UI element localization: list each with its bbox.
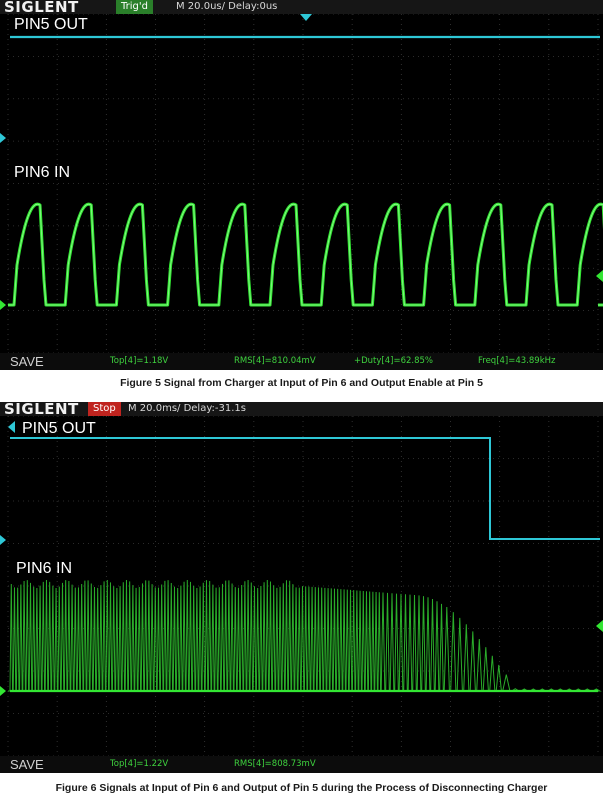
measurement-top: Top[4]=1.22V — [110, 759, 169, 769]
measurement-freq: Freq[4]=43.89kHz — [478, 356, 556, 366]
measurement-rms: RMS[4]=808.73mV — [234, 759, 316, 769]
measurement-bar: SAVE Top[4]=1.18V RMS[4]=810.04mV +Duty[… — [0, 353, 603, 370]
scope-screen-figure6: SIGLENT Stop M 20.0ms/ Delay:-31.1s PIN5… — [0, 402, 603, 773]
trigger-status-badge: Trig'd — [116, 0, 153, 14]
stop-status-badge: Stop — [88, 402, 121, 416]
measurement-rms: RMS[4]=810.04mV — [234, 356, 316, 366]
measurement-duty: +Duty[4]=62.85% — [354, 356, 433, 366]
pin6-in-trace — [8, 579, 602, 692]
measurement-top: Top[4]=1.18V — [110, 356, 169, 366]
scope-top-bar: SIGLENT Trig'd M 20.0us/ Delay:0us — [0, 0, 603, 16]
trigger-level-marker — [596, 620, 603, 632]
scope-top-bar: SIGLENT Stop M 20.0ms/ Delay:-31.1s — [0, 402, 603, 418]
trigger-position-marker — [300, 14, 312, 21]
channel3-ground-marker — [0, 535, 6, 545]
figure-caption-6: Figure 6 Signals at Input of Pin 6 and O… — [55, 782, 548, 794]
channel4-ground-marker — [0, 686, 6, 696]
waveform-display-figure5 — [0, 13, 603, 354]
scope-screen-figure5: SIGLENT Trig'd M 20.0us/ Delay:0us PIN5 … — [0, 0, 603, 370]
channel-label-pin6-in: PIN6 IN — [14, 164, 71, 181]
figure-caption-5: Figure 5 Signal from Charger at Input of… — [120, 377, 483, 389]
timebase-readout: M 20.0ms/ Delay:-31.1s — [128, 403, 246, 414]
channel-label-pin5-out: PIN5 OUT — [14, 16, 88, 33]
timebase-readout: M 20.0us/ Delay:0us — [176, 1, 278, 12]
channel-label-pin5-out: PIN5 OUT — [22, 420, 96, 437]
waveform-display-figure6 — [0, 415, 603, 757]
channel3-ground-marker — [0, 133, 6, 143]
channel-label-pin6-in: PIN6 IN — [16, 560, 73, 577]
pin6-in-trace — [8, 202, 603, 307]
trigger-position-marker — [8, 421, 15, 433]
save-button[interactable]: SAVE — [10, 756, 44, 773]
save-button[interactable]: SAVE — [10, 353, 44, 370]
measurement-bar: SAVE Top[4]=1.22V RMS[4]=808.73mV — [0, 756, 603, 773]
trigger-level-marker — [596, 270, 603, 282]
channel4-ground-marker — [0, 300, 6, 310]
brand-logo: SIGLENT — [4, 0, 79, 16]
brand-logo: SIGLENT — [4, 402, 79, 418]
pin5-out-trace — [10, 437, 600, 540]
